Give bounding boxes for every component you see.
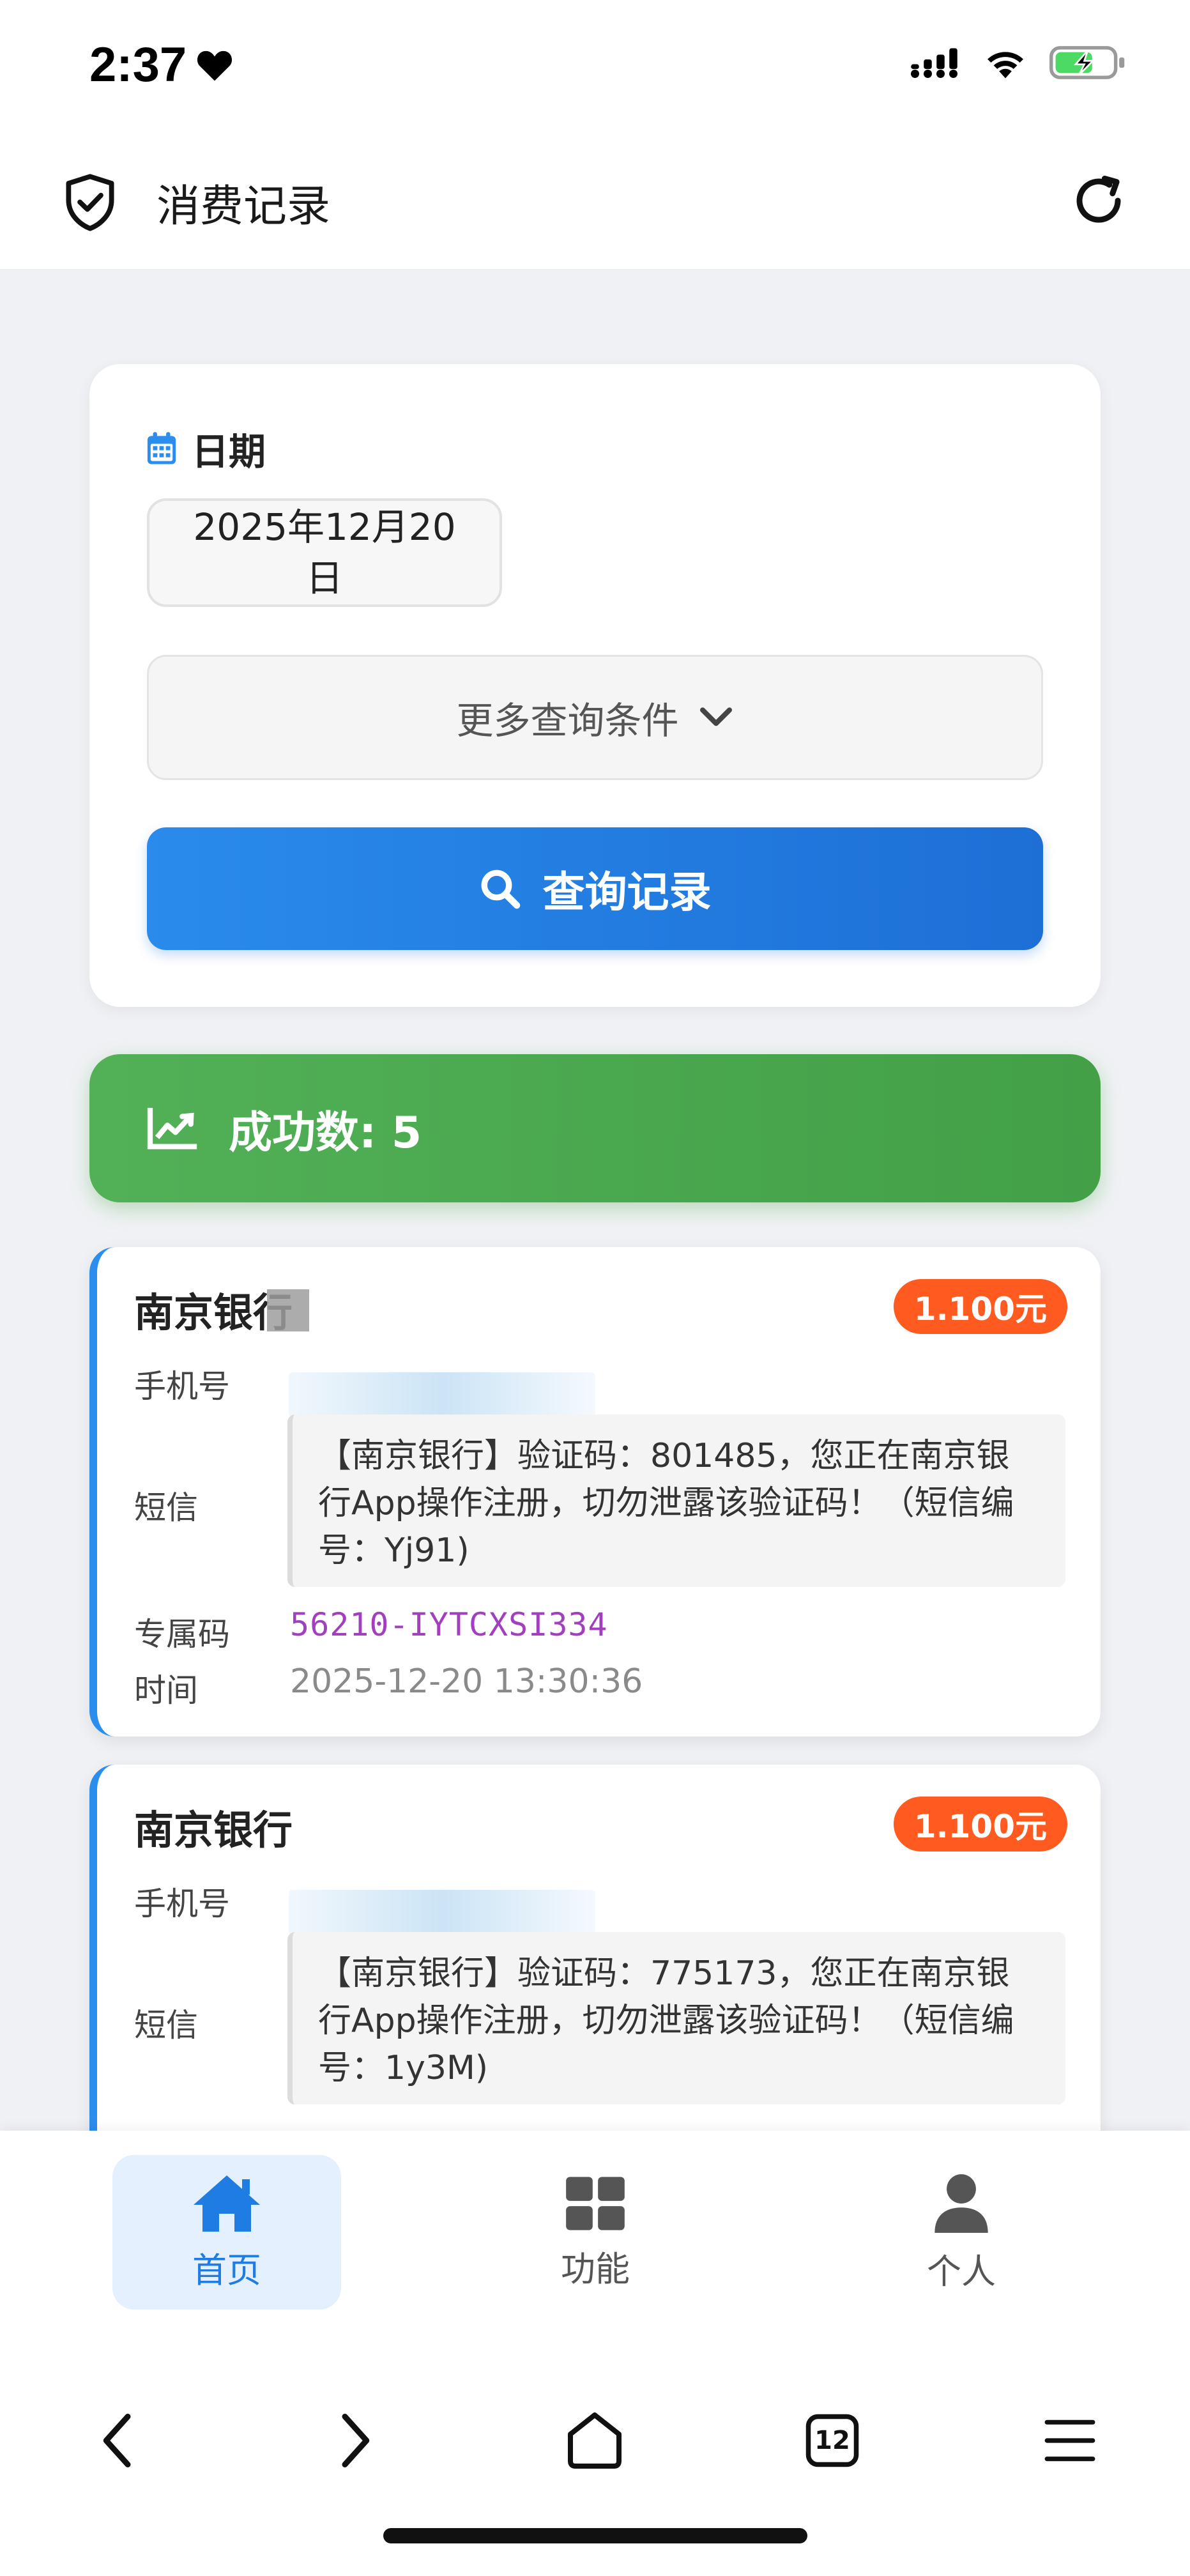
time-value: 2025-12-20 13:30:36: [290, 1662, 643, 1701]
more-conditions-label: 更多查询条件: [456, 699, 679, 742]
chevron-left-icon: [103, 2414, 131, 2467]
bottom-nav: 首页 功能 个人: [0, 2131, 1190, 2342]
search-card: 日期 2025年12月20日 更多查询条件 查询记录: [89, 364, 1101, 1007]
success-count-banner: 成功数: 5: [89, 1054, 1101, 1202]
phone-label: 手机号: [134, 1368, 230, 1405]
heart-icon: [197, 50, 233, 81]
home-icon: [194, 2175, 260, 2232]
code-label: 专属码: [134, 1616, 230, 1653]
date-label: 日期: [192, 430, 266, 473]
app-header: 消费记录: [0, 131, 1190, 270]
calendar-icon: [147, 432, 176, 464]
refresh-icon[interactable]: [1070, 172, 1127, 229]
nav-label-functions: 功能: [561, 2248, 630, 2289]
bank-name: 南京银行: [134, 1807, 293, 1853]
sms-label: 短信: [134, 1489, 198, 1526]
sms-content: 【南京银行】验证码：801485，您正在南京银行App操作注册，切勿泄露该验证码…: [287, 1414, 1065, 1587]
signal-icon: [911, 48, 957, 78]
query-button-label: 查询记录: [542, 868, 712, 917]
price-badge: 1.100元: [893, 1279, 1067, 1334]
status-indicators: [910, 45, 1126, 80]
more-conditions-toggle[interactable]: 更多查询条件: [147, 655, 1043, 780]
shield-check-icon: [66, 174, 114, 231]
nav-label-profile: 个人: [927, 2251, 996, 2292]
battery-icon: [1049, 46, 1125, 79]
record-card: 南京银行 1.100元 手机号 短信 【南京银行】验证码：801485，您正在南…: [89, 1247, 1101, 1736]
person-icon: [934, 2174, 988, 2233]
forward-button[interactable]: [319, 2405, 390, 2476]
status-time: 2:37: [89, 37, 234, 93]
nav-item-home[interactable]: 首页: [112, 2155, 341, 2310]
home-outline-icon: [568, 2412, 622, 2469]
nav-item-profile[interactable]: 个人: [847, 2155, 1076, 2310]
page-title: 消费记录: [156, 181, 331, 232]
nav-item-functions[interactable]: 功能: [481, 2155, 710, 2310]
sms-label: 短信: [134, 2007, 198, 2044]
menu-button[interactable]: [1035, 2405, 1105, 2476]
clock-text: 2:37: [89, 38, 187, 92]
phone-label: 手机号: [134, 1885, 230, 1922]
code-value: 56210-IYTCXSI334: [290, 1606, 608, 1643]
search-icon: [481, 870, 520, 909]
sms-content: 【南京银行】验证码：775173，您正在南京银行App操作注册，切勿泄露该验证码…: [287, 1932, 1065, 2104]
back-button[interactable]: [83, 2405, 153, 2476]
price-badge: 1.100元: [893, 1797, 1067, 1851]
time-label: 时间: [134, 1672, 198, 1709]
chevron-down-icon: [699, 707, 732, 726]
tabs-button[interactable]: 12: [797, 2405, 867, 2476]
chevron-right-icon: [342, 2414, 370, 2467]
query-button[interactable]: 查询记录: [147, 827, 1043, 950]
privacy-mask: [267, 1289, 309, 1331]
phone-value-masked: [289, 1890, 595, 1935]
tab-count: 12: [814, 2426, 850, 2455]
status-bar: 2:37: [0, 0, 1190, 131]
browser-home-button[interactable]: [560, 2405, 630, 2476]
date-input[interactable]: 2025年12月20日: [147, 498, 502, 607]
phone-value-masked: [289, 1372, 595, 1417]
menu-icon: [1044, 2419, 1095, 2462]
success-count-text: 成功数: 5: [229, 1107, 422, 1158]
nav-label-home: 首页: [192, 2250, 261, 2290]
date-label-row: 日期: [146, 422, 266, 475]
chart-line-icon: [147, 1108, 197, 1149]
grid-icon: [566, 2176, 625, 2230]
record-card: 南京银行 1.100元 手机号 短信 【南京银行】验证码：775173，您正在南…: [89, 1765, 1101, 2161]
home-indicator: [383, 2528, 807, 2543]
wifi-icon: [988, 52, 1023, 79]
